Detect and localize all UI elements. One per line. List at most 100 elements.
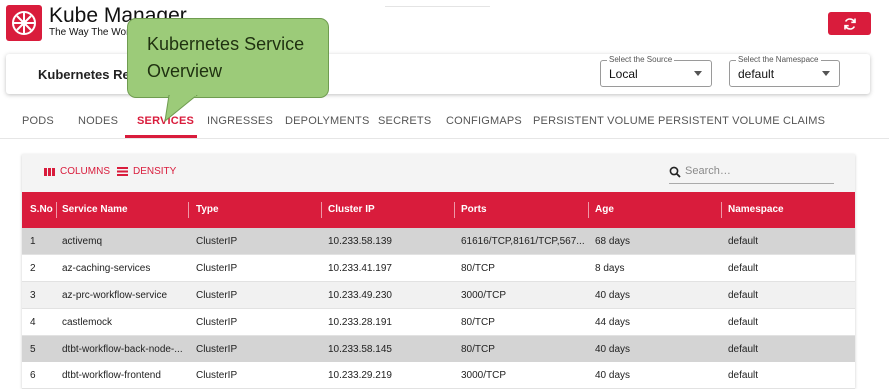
columns-label: COLUMNS [60, 166, 111, 177]
cell-type: ClusterIP [196, 263, 238, 274]
top-divider [385, 0, 490, 7]
cell-age: 8 days [595, 263, 625, 274]
namespace-select-value: default [738, 67, 775, 81]
cell-type: ClusterIP [196, 370, 238, 381]
cell-sno: 1 [30, 236, 36, 247]
cell-service-name: activemq [62, 236, 103, 247]
namespace-select[interactable]: Select the Namespace default [729, 55, 840, 87]
callout-line-2: Overview [147, 61, 223, 81]
active-tab-indicator [125, 135, 197, 138]
table-row[interactable]: 2 az-caching-services ClusterIP 10.233.4… [22, 255, 855, 282]
column-separator[interactable] [588, 202, 589, 218]
cell-service-name: dtbt-workflow-back-node-... [62, 344, 183, 355]
page-title: Kubernetes Res [38, 67, 137, 82]
tab-ingresses[interactable]: INGRESSES [207, 115, 273, 127]
column-separator[interactable] [454, 202, 455, 218]
cell-type: ClusterIP [196, 236, 238, 247]
density-button[interactable]: DENSITY [117, 166, 176, 177]
cell-service-name: az-prc-workflow-service [62, 290, 168, 301]
cell-age: 40 days [595, 370, 631, 381]
cell-ports: 80/TCP [461, 263, 495, 274]
table-row[interactable]: 6 dtbt-workflow-frontend ClusterIP 10.23… [22, 362, 855, 389]
search-icon [669, 166, 681, 178]
density-icon [117, 167, 128, 176]
cell-sno: 3 [30, 290, 36, 301]
columns-icon [44, 167, 55, 176]
cell-namespace: default [728, 317, 759, 328]
cell-cluster-ip: 10.233.28.191 [328, 317, 392, 328]
cell-service-name: dtbt-workflow-frontend [62, 370, 161, 381]
cell-ports: 3000/TCP [461, 290, 507, 301]
cell-cluster-ip: 10.233.58.139 [328, 236, 392, 247]
refresh-icon [843, 17, 856, 30]
cell-namespace: default [728, 263, 759, 274]
cell-type: ClusterIP [196, 344, 238, 355]
table-row[interactable]: 1 activemq ClusterIP 10.233.58.139 61616… [22, 228, 855, 255]
search-input[interactable]: Search… [669, 163, 834, 184]
cell-sno: 5 [30, 344, 36, 355]
callout-line-1: Kubernetes Service [147, 34, 305, 54]
table-row[interactable]: 3 az-prc-workflow-service ClusterIP 10.2… [22, 282, 855, 309]
tab-persistent-volume[interactable]: PERSISTENT VOLUME [533, 115, 655, 127]
cell-age: 40 days [595, 290, 631, 301]
cell-cluster-ip: 10.233.41.197 [328, 263, 392, 274]
table-row[interactable]: 4 castlemock ClusterIP 10.233.28.191 80/… [22, 309, 855, 336]
callout-pointer [164, 95, 198, 123]
source-select-label: Select the Source [607, 55, 675, 64]
table-header: S.No Service Name Type Cluster IP Ports … [22, 192, 855, 228]
column-header-service-name[interactable]: Service Name [62, 204, 128, 215]
column-header-namespace[interactable]: Namespace [728, 204, 784, 215]
column-header-sno[interactable]: S.No [30, 204, 53, 215]
column-header-type[interactable]: Type [196, 204, 219, 215]
namespace-select-label: Select the Namespace [736, 55, 821, 64]
column-separator[interactable] [188, 202, 189, 218]
cell-type: ClusterIP [196, 290, 238, 301]
refresh-button[interactable] [828, 12, 871, 35]
caret-down-icon [822, 71, 830, 76]
source-select[interactable]: Select the Source Local [600, 55, 712, 87]
tab-pods[interactable]: PODS [22, 115, 54, 127]
cell-cluster-ip: 10.233.49.230 [328, 290, 392, 301]
kubernetes-helm-icon [6, 5, 42, 41]
resource-tabs: PODS NODES SERVICES INGRESSES DEPOLYMENT… [0, 106, 889, 139]
cell-namespace: default [728, 370, 759, 381]
callout-box: Kubernetes Service Overview [127, 18, 329, 98]
cell-age: 68 days [595, 236, 631, 247]
cell-ports: 61616/TCP,8161/TCP,567... [461, 236, 585, 247]
tab-secrets[interactable]: SECRETS [378, 115, 431, 127]
search-placeholder: Search… [685, 165, 731, 177]
cell-age: 40 days [595, 344, 631, 355]
cell-sno: 6 [30, 370, 36, 381]
tab-configmaps[interactable]: CONFIGMAPS [446, 115, 522, 127]
services-grid: COLUMNS DENSITY Search… S.No Service Nam… [22, 154, 855, 389]
caret-down-icon [694, 71, 702, 76]
column-header-cluster-ip[interactable]: Cluster IP [328, 204, 375, 215]
cell-service-name: az-caching-services [62, 263, 151, 274]
cell-ports: 80/TCP [461, 344, 495, 355]
cell-cluster-ip: 10.233.58.145 [328, 344, 392, 355]
column-separator[interactable] [721, 202, 722, 218]
cell-age: 44 days [595, 317, 631, 328]
cell-type: ClusterIP [196, 317, 238, 328]
cell-namespace: default [728, 236, 759, 247]
cell-namespace: default [728, 290, 759, 301]
column-separator[interactable] [321, 202, 322, 218]
cell-namespace: default [728, 344, 759, 355]
cell-cluster-ip: 10.233.29.219 [328, 370, 392, 381]
column-header-ports[interactable]: Ports [461, 204, 487, 215]
cell-sno: 2 [30, 263, 36, 274]
tab-deployments[interactable]: DEPOLYMENTS [285, 115, 370, 127]
columns-button[interactable]: COLUMNS [44, 166, 110, 177]
cell-service-name: castlemock [62, 317, 113, 328]
density-label: DENSITY [133, 166, 177, 177]
callout-text: Kubernetes Service Overview [147, 31, 327, 85]
tab-nodes[interactable]: NODES [78, 115, 118, 127]
tab-persistent-volume-claims[interactable]: PERSISTENT VOLUME CLAIMS [658, 115, 825, 127]
column-header-age[interactable]: Age [595, 204, 614, 215]
table-row[interactable]: 5 dtbt-workflow-back-node-... ClusterIP … [22, 336, 855, 363]
cell-ports: 3000/TCP [461, 370, 507, 381]
cell-sno: 4 [30, 317, 36, 328]
source-select-value: Local [609, 67, 638, 81]
cell-ports: 80/TCP [461, 317, 495, 328]
column-separator[interactable] [56, 202, 57, 218]
